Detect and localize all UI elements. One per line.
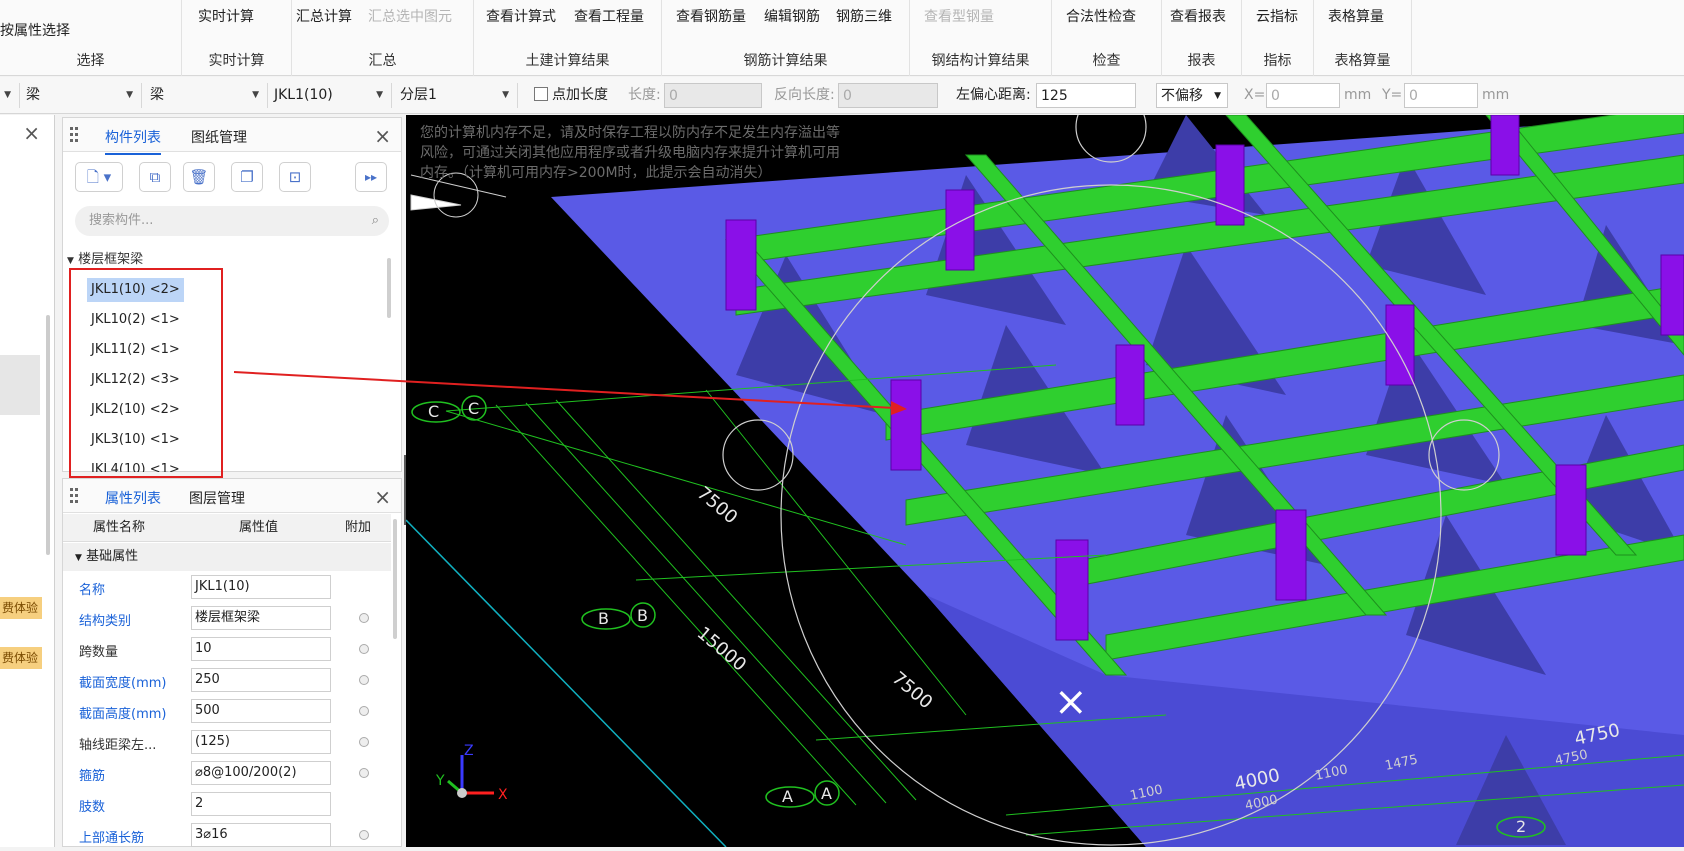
arrow-head-icon — [891, 401, 907, 415]
annotation-arrow — [233, 371, 896, 409]
annotation-overlay — [233, 371, 907, 415]
